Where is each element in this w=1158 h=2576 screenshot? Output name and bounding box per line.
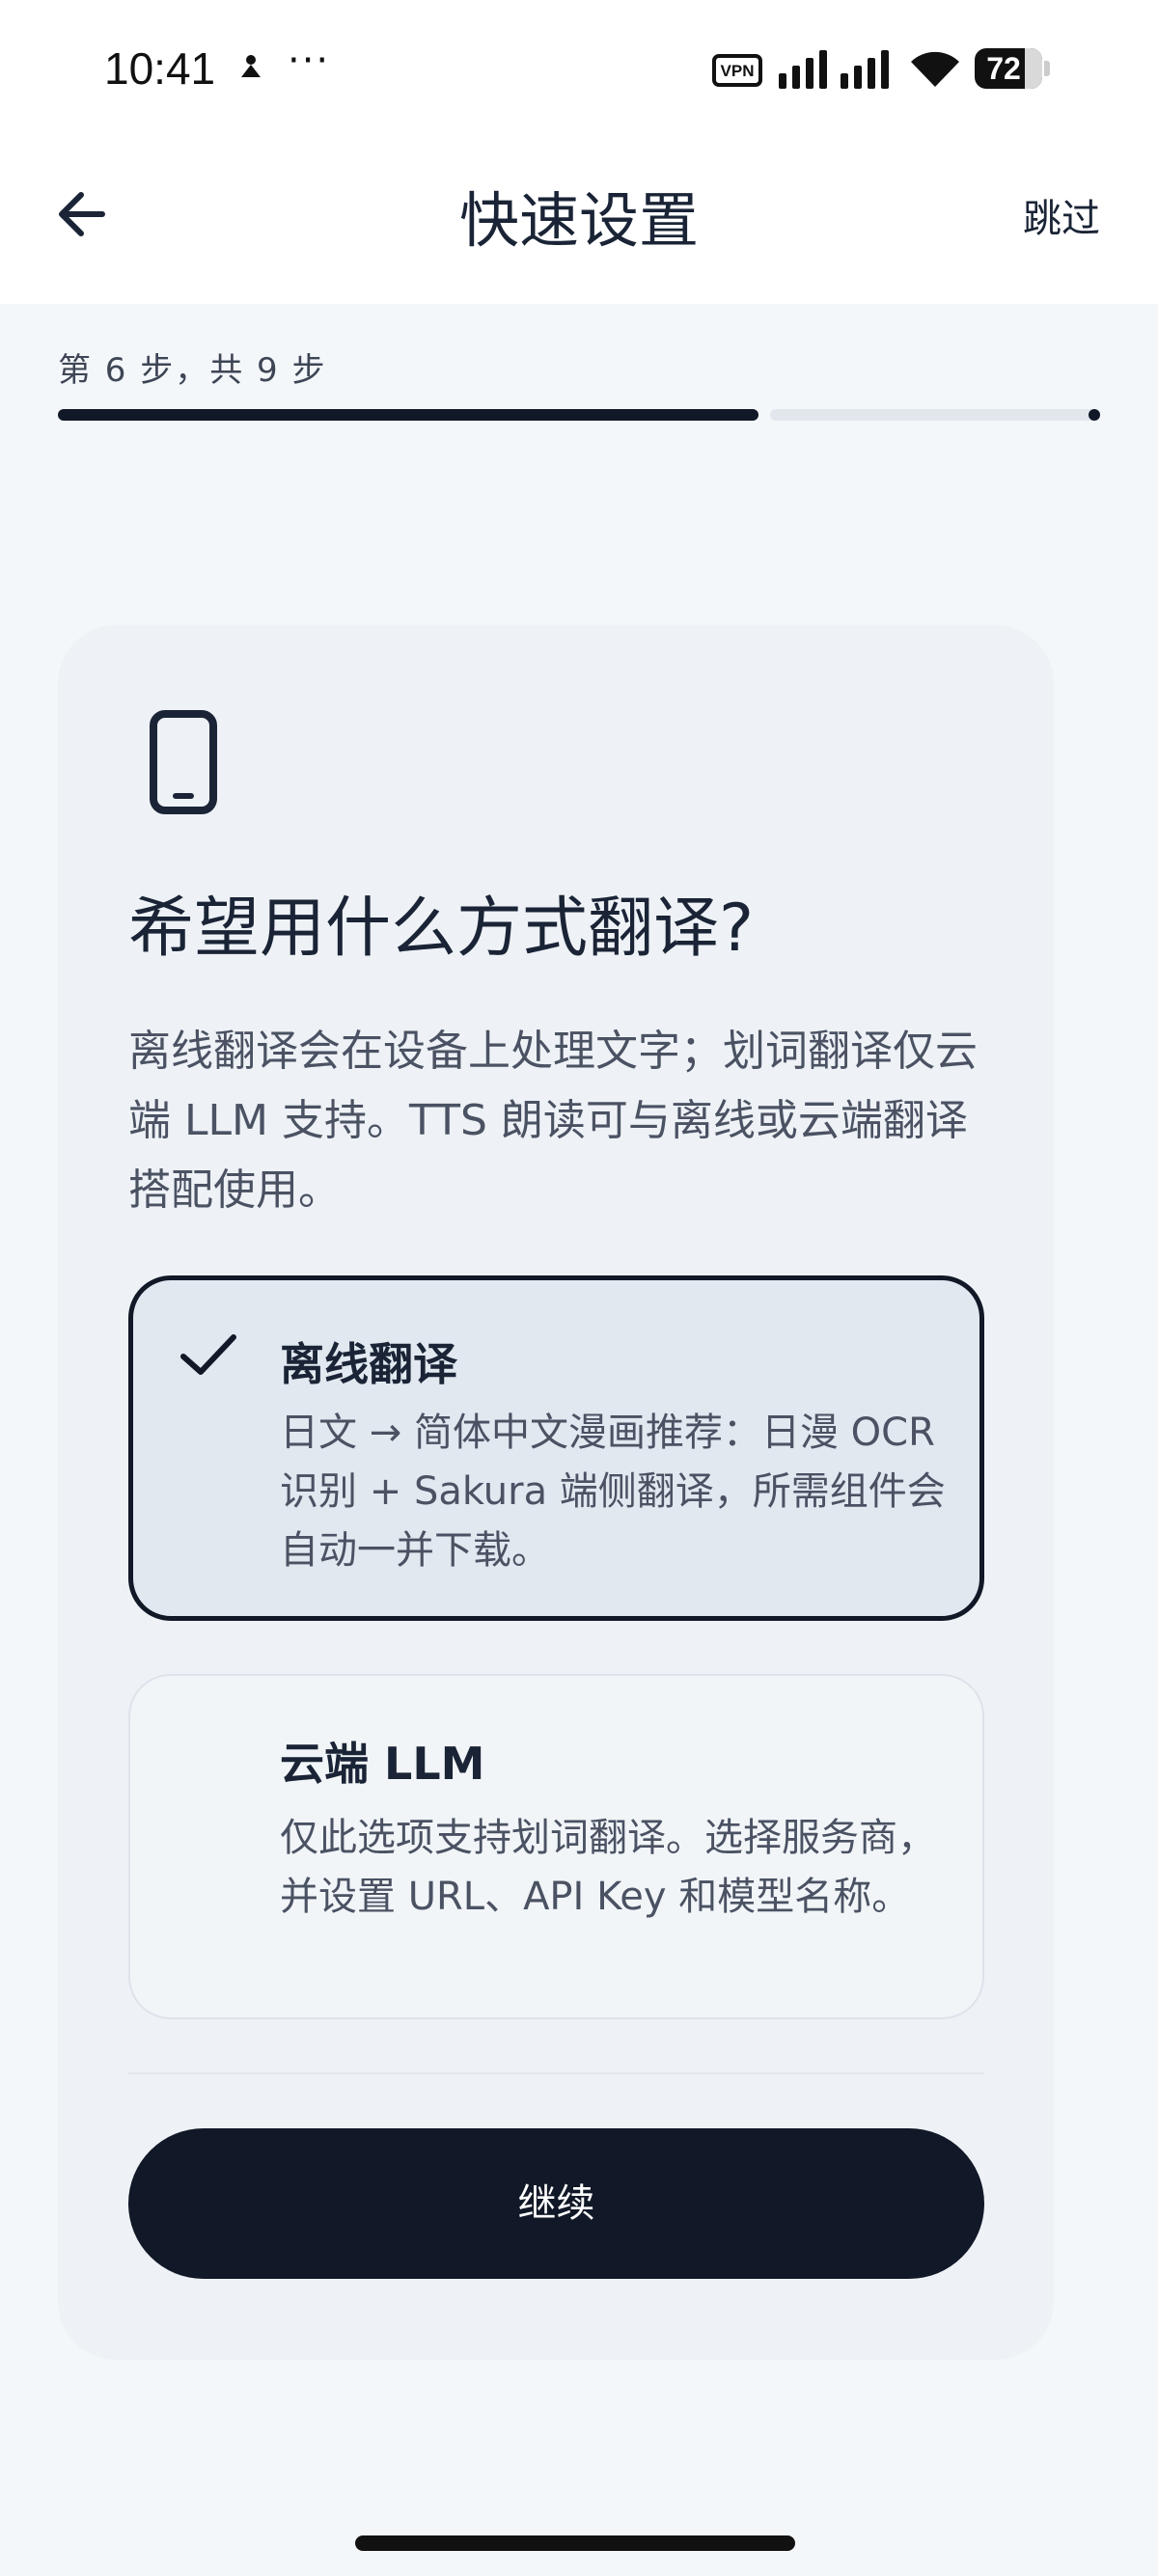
question-heading: 希望用什么方式翻译? — [128, 891, 755, 967]
signal-icon — [779, 50, 889, 89]
more-notifications-icon: ··· — [288, 39, 331, 83]
status-time: 10:41 — [104, 43, 216, 94]
wifi-icon — [911, 51, 959, 87]
option-title: 云端 LLM — [280, 1738, 485, 1790]
skip-button[interactable]: 跳过 — [1023, 187, 1100, 243]
progress-bar-track — [770, 409, 1100, 421]
person-icon — [238, 54, 263, 86]
check-icon — [180, 1334, 236, 1375]
step-indicator: 第 6 步，共 9 步 — [58, 351, 327, 390]
progress-end-dot — [1089, 409, 1100, 421]
option-description: 日文 → 简体中文漫画推荐：日漫 OCR 识别 + Sakura 端侧翻译，所需… — [280, 1411, 946, 1573]
option-description: 仅此选项支持划词翻译。选择服务商，并设置 URL、API Key 和模型名称。 — [280, 1816, 936, 1919]
vpn-badge: VPN — [712, 54, 762, 87]
smartphone-icon — [150, 710, 217, 814]
page-title: 快速设置 — [458, 185, 699, 256]
question-description: 离线翻译会在设备上处理文字；划词翻译仅云端 LLM 支持。TTS 朗读可与离线或… — [128, 1027, 978, 1215]
battery-level: 72 — [986, 51, 1021, 86]
option-title: 离线翻译 — [280, 1338, 457, 1390]
progress-bar-filled — [58, 409, 758, 421]
home-indicator[interactable] — [355, 2535, 795, 2551]
continue-button[interactable]: 继续 — [128, 2128, 984, 2279]
status-bar: 10:41 ··· VPN 72 — [0, 0, 1158, 145]
battery-indicator: 72 — [975, 48, 1042, 89]
battery-cap — [1044, 61, 1050, 76]
divider — [128, 2072, 984, 2074]
